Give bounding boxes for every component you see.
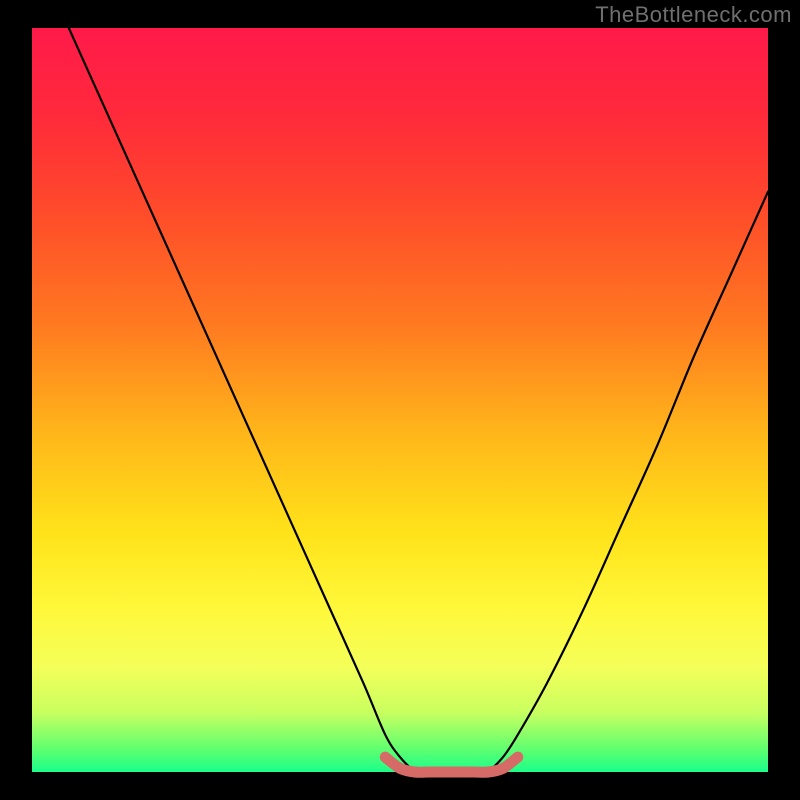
chart-frame: TheBottleneck.com [0,0,800,800]
plot-area [32,28,768,772]
bottleneck-chart [0,0,800,800]
watermark-text: TheBottleneck.com [595,2,792,28]
gradient-background [32,28,768,772]
